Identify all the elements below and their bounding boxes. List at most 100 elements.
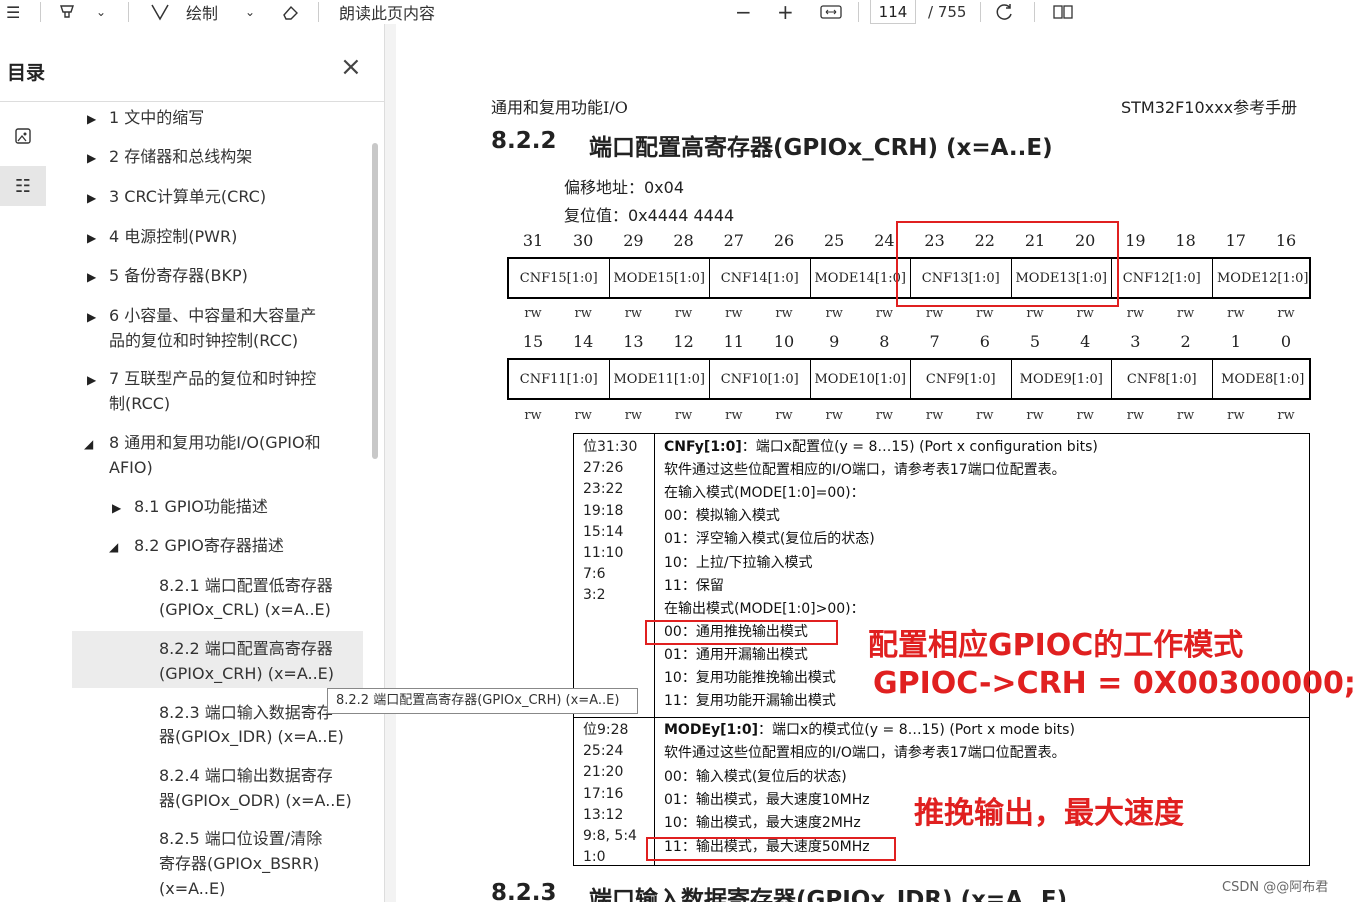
toc-item-3[interactable]: 3 CRC计算单元(CRC) <box>109 184 266 209</box>
access-label: rw <box>875 408 894 423</box>
eraser-icon[interactable] <box>280 0 300 24</box>
bit-number: 27 <box>723 231 744 250</box>
access-label: rw <box>574 408 592 423</box>
toc-item-7-line2[interactable]: 制(RCC) <box>109 391 170 416</box>
toolbar: ☰ ⌄ 绘制 ⌄ 朗读此页内容 − + 114 / 755 <box>0 0 1359 24</box>
list-menu-icon[interactable]: ☰ <box>6 0 20 24</box>
toc-list-icon[interactable]: ☷ <box>0 166 46 206</box>
section-title: 端口配置高寄存器(GPIOx_CRH) (x=A..E) <box>589 135 1053 161</box>
toc-item-8-2-5-line3[interactable]: (x=A..E) <box>159 876 225 901</box>
access-label: rw <box>1227 306 1245 321</box>
toc-item-7[interactable]: 7 互联型产品的复位和时钟控 <box>109 366 316 391</box>
description-line: 00：输入模式(复位后的状态) <box>664 768 847 785</box>
bit-number: 4 <box>1080 332 1091 351</box>
close-icon[interactable]: × <box>340 54 362 80</box>
page-number-input[interactable]: 114 <box>870 0 916 24</box>
toc-item-8-2-4[interactable]: 8.2.4 端口输出数据寄存 <box>159 763 333 788</box>
bit-number: 13 <box>623 332 644 351</box>
register-row-low: CNF11[1:0] MODE11[1:0] CNF10[1:0] MODE10[1:… <box>507 358 1311 400</box>
rotate-icon[interactable] <box>995 0 1015 24</box>
table-divider <box>573 717 1310 718</box>
expand-arrow-icon[interactable]: ▶ <box>87 151 96 165</box>
description-line: 11：保留 <box>664 577 724 594</box>
bit-range: 3:2 <box>583 587 606 604</box>
access-label: rw <box>775 408 793 423</box>
description-line: CNFy[1:0]：端口x配置位(y = 8…15) (Port x confi… <box>664 439 1098 455</box>
access-label: rw <box>825 306 843 321</box>
toc-scrollbar[interactable] <box>372 143 378 459</box>
reset-value: 复位值：0x4444 4444 <box>564 206 735 225</box>
chevron-down-icon[interactable]: ⌄ <box>96 0 106 24</box>
read-aloud-button[interactable]: 朗读此页内容 <box>339 0 435 24</box>
expand-arrow-icon[interactable]: ▶ <box>87 112 96 126</box>
description-line: 软件通过这些位配置相应的I/O端口，请参考表17端口位配置表。 <box>664 462 1066 479</box>
collapse-arrow-icon[interactable]: ◢ <box>109 540 118 554</box>
bit-number: 3 <box>1130 332 1141 351</box>
access-label: rw <box>976 408 994 423</box>
expand-arrow-icon[interactable]: ▶ <box>87 373 96 387</box>
toc-item-8-2-3-line2[interactable]: 器(GPIOx_IDR) (x=A..E) <box>159 724 344 749</box>
access-label: rw <box>1026 408 1044 423</box>
next-section-title: 端口输入数据寄存器(GPIOx_IDR) (x=A..E) <box>589 887 1068 902</box>
image-thumbnail-icon[interactable] <box>0 116 46 156</box>
bit-range: 17:16 <box>583 785 624 802</box>
access-label: rw <box>624 306 643 321</box>
toc-item-6-line2[interactable]: 品的复位和时钟控制(RCC) <box>109 328 298 353</box>
register-field: CNF9[1:0] <box>911 360 1012 398</box>
bit-number: 1 <box>1230 332 1241 351</box>
toc-item-1[interactable]: 1 文中的缩写 <box>109 105 204 130</box>
description-line: 在输出模式(MODE[1:0]>00)： <box>664 600 865 617</box>
bit-number: 10 <box>773 332 795 351</box>
toc-item-8-2-2[interactable]: 8.2.2 端口配置高寄存器 <box>159 636 333 661</box>
bit-range: 9:8, 5:4 <box>583 828 637 844</box>
toc-item-8-2-5-line2[interactable]: 寄存器(GPIOx_BSRR) <box>159 851 319 876</box>
description-line: 01：输出模式，最大速度10MHz <box>664 791 870 808</box>
expand-arrow-icon[interactable]: ▶ <box>87 231 96 245</box>
toc-item-6[interactable]: 6 小容量、中容量和大容量产 <box>109 303 316 328</box>
toc-item-8-2-1[interactable]: 8.2.1 端口配置低寄存器 <box>159 573 333 598</box>
expand-arrow-icon[interactable]: ▶ <box>112 501 121 515</box>
draw-button[interactable]: 绘制 <box>186 0 218 24</box>
toc-item-8-2-2-line2[interactable]: (GPIOx_CRH) (x=A..E) <box>159 661 334 686</box>
bit-range: 位31:30 <box>583 439 638 455</box>
zoom-out-button[interactable]: − <box>735 0 752 24</box>
sidebar-divider[interactable] <box>384 24 396 902</box>
zoom-in-button[interactable]: + <box>777 0 794 24</box>
description-line: 软件通过这些位配置相应的I/O端口，请参考表17端口位配置表。 <box>664 745 1066 762</box>
next-section-number: 8.2.3 <box>491 880 557 902</box>
expand-arrow-icon[interactable]: ▶ <box>87 191 96 205</box>
register-field: CNF15[1:0] <box>509 259 610 297</box>
toc-item-8-line2[interactable]: AFIO) <box>109 455 153 480</box>
toc-item-2[interactable]: 2 存储器和总线构架 <box>109 144 252 169</box>
access-label: rw <box>1026 306 1044 321</box>
highlight-box-cnf13-mode13 <box>896 221 1119 307</box>
highlight-box-pushpull <box>645 620 838 645</box>
access-label: rw <box>1176 306 1195 321</box>
annotation-pushpull-speed: 推挽输出，最大速度 <box>914 796 1184 831</box>
expand-arrow-icon[interactable]: ▶ <box>87 270 96 284</box>
toc-item-5[interactable]: 5 备份寄存器(BKP) <box>109 263 248 288</box>
expand-arrow-icon[interactable]: ▶ <box>87 310 96 324</box>
toc-item-8-2[interactable]: 8.2 GPIO寄存器描述 <box>134 533 284 558</box>
toc-item-8[interactable]: 8 通用和复用功能I/O(GPIO和 <box>109 430 321 455</box>
draw-icon[interactable] <box>150 0 170 24</box>
access-label: rw <box>925 306 944 321</box>
access-label: rw <box>725 408 743 423</box>
toc-item-4[interactable]: 4 电源控制(PWR) <box>109 224 237 249</box>
fit-page-icon[interactable] <box>820 0 842 24</box>
access-label: rw <box>524 306 542 321</box>
toc-item-8-2-5[interactable]: 8.2.5 端口位设置/清除 <box>159 826 322 851</box>
draw-chevron-icon[interactable]: ⌄ <box>245 0 255 24</box>
toc-item-8-2-4-line2[interactable]: 器(GPIOx_ODR) (x=A..E) <box>159 788 352 813</box>
toc-item-8-2-1-line2[interactable]: (GPIOx_CRL) (x=A..E) <box>159 597 331 622</box>
bit-number: 30 <box>573 231 594 250</box>
highlighter-icon[interactable] <box>58 0 76 24</box>
page-view-icon[interactable] <box>1052 0 1074 24</box>
access-label: rw <box>524 408 542 423</box>
collapse-arrow-icon[interactable]: ◢ <box>84 437 93 451</box>
toc-item-8-1[interactable]: 8.1 GPIO功能描述 <box>134 494 268 519</box>
bit-number: 2 <box>1180 332 1191 351</box>
toc-item-8-2-3[interactable]: 8.2.3 端口输入数据寄存 <box>159 700 333 725</box>
register-field: CNF12[1:0] <box>1112 259 1213 297</box>
bit-number: 26 <box>773 231 795 250</box>
